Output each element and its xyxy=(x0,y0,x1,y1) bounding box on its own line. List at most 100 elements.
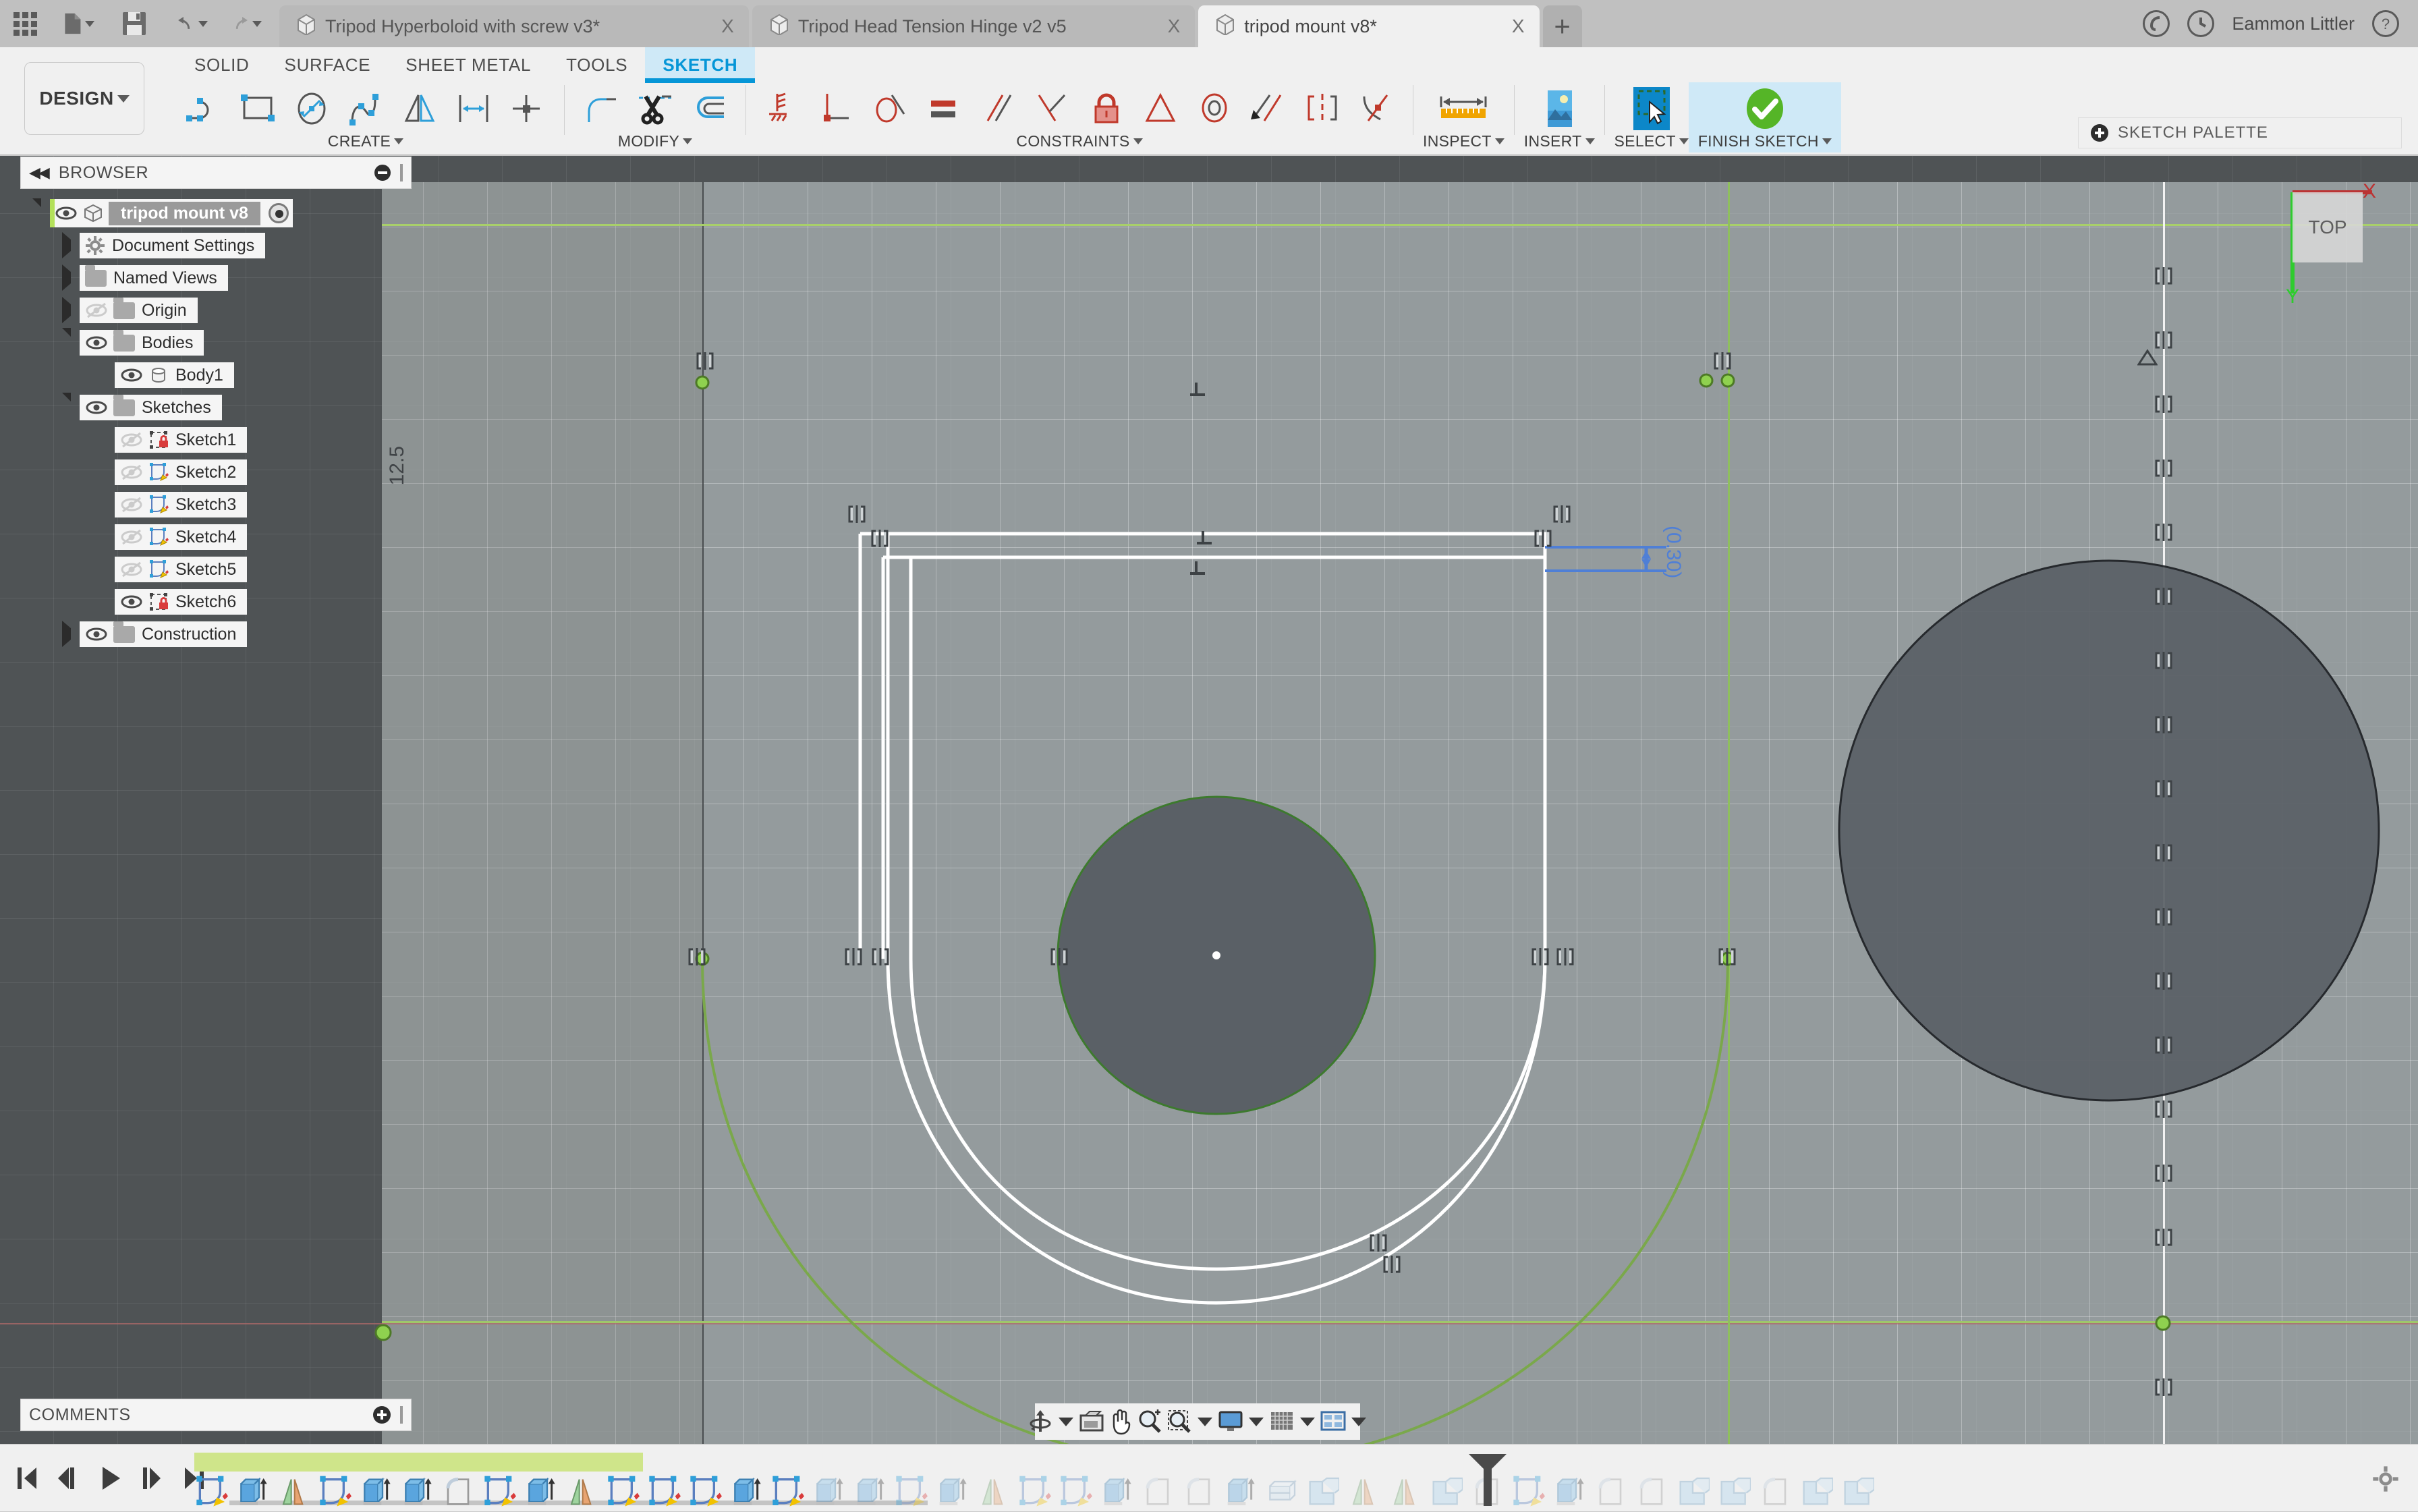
view-cube-face-top[interactable]: TOP xyxy=(2293,192,2363,262)
tree-row-sketch4[interactable]: Sketch4 xyxy=(20,521,398,553)
symmetry-constraint-icon[interactable] xyxy=(2154,394,2174,414)
timeline-feature-fillet[interactable] xyxy=(1594,1475,1631,1510)
insert-image-icon[interactable] xyxy=(1532,82,1586,135)
mirror-icon[interactable] xyxy=(398,82,441,135)
step-back-icon[interactable] xyxy=(57,1465,81,1492)
comments-panel-header[interactable]: COMMENTS xyxy=(20,1399,412,1431)
symmetry-constraint-icon[interactable] xyxy=(1368,1233,1388,1253)
timeline-feature-combine[interactable] xyxy=(1799,1475,1837,1510)
save-icon[interactable] xyxy=(119,8,150,39)
document-tab-2[interactable]: Tripod Head Tension Hinge v2 v5 X xyxy=(752,5,1196,47)
symmetry-constraint-icon[interactable] xyxy=(1382,1254,1402,1275)
plus-circle-icon[interactable] xyxy=(373,1406,391,1424)
symmetry-constraint-icon[interactable] xyxy=(2154,907,2174,927)
timeline-feature-sketch[interactable] xyxy=(1059,1475,1096,1510)
coincident-icon[interactable] xyxy=(1247,82,1290,135)
point-icon[interactable] xyxy=(506,82,549,135)
horizontal-vertical-icon[interactable] xyxy=(761,82,804,135)
symmetry-constraint-icon[interactable] xyxy=(2154,266,2174,286)
orbit-dropdown-caret[interactable] xyxy=(1059,1417,1073,1426)
symmetry-constraint-icon[interactable] xyxy=(2154,458,2174,478)
collinear-icon[interactable] xyxy=(1031,82,1074,135)
visibility-eye-icon[interactable] xyxy=(120,364,143,387)
help-icon[interactable]: ? xyxy=(2372,10,2399,37)
expand-arrow-icon[interactable] xyxy=(62,264,80,291)
timeline-feature-mirror[interactable] xyxy=(565,1475,602,1510)
fix-lock-icon[interactable] xyxy=(1085,82,1128,135)
tree-row-sketch1[interactable]: Sketch1 xyxy=(20,424,398,456)
visibility-eye-off-icon[interactable] xyxy=(85,299,108,322)
symmetry-constraint-icon[interactable] xyxy=(2154,971,2174,991)
symmetry-constraint-icon[interactable] xyxy=(2154,1035,2174,1055)
timeline-feature-combine[interactable] xyxy=(1429,1475,1467,1510)
rectangle-icon[interactable] xyxy=(236,82,279,135)
design-workspace-button[interactable]: DESIGN xyxy=(24,62,144,135)
timeline-settings-gear-icon[interactable] xyxy=(2372,1465,2399,1492)
equal-icon[interactable] xyxy=(923,82,966,135)
plus-circle-icon[interactable] xyxy=(2091,124,2108,142)
document-tab-3[interactable]: tripod mount v8* X xyxy=(1198,5,1540,47)
offset-icon[interactable] xyxy=(687,82,731,135)
visibility-eye-icon[interactable] xyxy=(85,396,108,419)
timeline-feature-sketch[interactable] xyxy=(318,1475,356,1510)
tab-sheet-metal[interactable]: SHEET METAL xyxy=(388,47,549,78)
timeline-feature-fillet[interactable] xyxy=(1635,1475,1672,1510)
symmetry-constraint-icon[interactable] xyxy=(870,528,890,549)
visibility-eye-icon[interactable] xyxy=(85,331,108,354)
expand-arrow-icon[interactable] xyxy=(62,621,80,647)
perpendicular-constraint-icon[interactable] xyxy=(1187,559,1208,579)
tree-row-construction[interactable]: Construction xyxy=(20,618,398,650)
document-tab-1[interactable]: Tripod Hyperboloid with screw v3* X xyxy=(279,5,749,47)
timeline-feature-fillet[interactable] xyxy=(1758,1475,1796,1510)
expand-arrow-icon[interactable] xyxy=(62,232,80,258)
timeline-feature-combine[interactable] xyxy=(1717,1475,1755,1510)
timeline-feature-extrude[interactable] xyxy=(400,1475,438,1510)
fillet-icon[interactable] xyxy=(580,82,623,135)
new-tab-button[interactable]: + xyxy=(1542,5,1582,47)
timeline-feature-fillet[interactable] xyxy=(441,1475,479,1510)
select-window-icon[interactable] xyxy=(1625,82,1679,135)
grid-dropdown-caret[interactable] xyxy=(1300,1417,1315,1426)
trim-scissors-icon[interactable] xyxy=(634,82,677,135)
symmetry-constraint-icon[interactable] xyxy=(2154,715,2174,735)
timeline-feature-combine[interactable] xyxy=(1676,1475,1714,1510)
parallel-icon[interactable] xyxy=(977,82,1020,135)
expand-arrow-icon[interactable] xyxy=(62,297,80,323)
spline-icon[interactable] xyxy=(344,82,387,135)
symmetry-constraint-icon[interactable] xyxy=(2154,779,2174,799)
timeline-feature-mirror[interactable] xyxy=(976,1475,1014,1510)
timeline-feature-extrude[interactable] xyxy=(935,1475,973,1510)
orbit-icon[interactable] xyxy=(1028,1408,1053,1435)
timeline-feature-combine[interactable] xyxy=(1840,1475,1878,1510)
timeline-marker-stem[interactable] xyxy=(1484,1457,1492,1506)
step-forward-icon[interactable] xyxy=(140,1465,165,1492)
circle-icon[interactable] xyxy=(290,82,333,135)
timeline-feature-extrude[interactable] xyxy=(1552,1475,1590,1510)
symmetry-constraint-icon[interactable] xyxy=(2154,1227,2174,1248)
viewports-dropdown-caret[interactable] xyxy=(1351,1417,1366,1426)
symmetry-constraint-icon[interactable] xyxy=(2154,586,2174,607)
symmetry-constraint-icon[interactable] xyxy=(2154,330,2174,350)
zoom-dropdown-caret[interactable] xyxy=(1198,1417,1212,1426)
timeline-feature-sketch[interactable] xyxy=(1511,1475,1549,1510)
timeline-feature-sketch[interactable] xyxy=(1017,1475,1055,1510)
timeline-feature-mirror[interactable] xyxy=(277,1475,314,1510)
perpendicular-icon[interactable] xyxy=(815,82,858,135)
tangent-icon[interactable] xyxy=(869,82,912,135)
tab-tools[interactable]: TOOLS xyxy=(549,47,645,78)
tree-row-sketch3[interactable]: Sketch3 xyxy=(20,488,398,521)
timeline-feature-sketch[interactable] xyxy=(606,1475,644,1510)
play-icon[interactable] xyxy=(99,1465,123,1492)
zoom-in-icon[interactable] xyxy=(1137,1408,1162,1435)
concentric-icon[interactable] xyxy=(1193,82,1236,135)
timeline-feature-extrude[interactable] xyxy=(359,1475,397,1510)
tree-row-origin[interactable]: Origin xyxy=(20,294,398,327)
redo-icon[interactable] xyxy=(231,8,262,39)
timeline-feature-extrude[interactable] xyxy=(729,1475,767,1510)
symmetry-constraint-icon[interactable] xyxy=(847,504,867,524)
browser-minimize-icon[interactable] xyxy=(374,165,391,181)
tree-row-root[interactable]: tripod mount v8 xyxy=(20,197,398,229)
symmetry-constraint-icon[interactable] xyxy=(2154,522,2174,542)
undo-icon[interactable] xyxy=(177,8,208,39)
visibility-eye-off-icon[interactable] xyxy=(120,428,143,451)
